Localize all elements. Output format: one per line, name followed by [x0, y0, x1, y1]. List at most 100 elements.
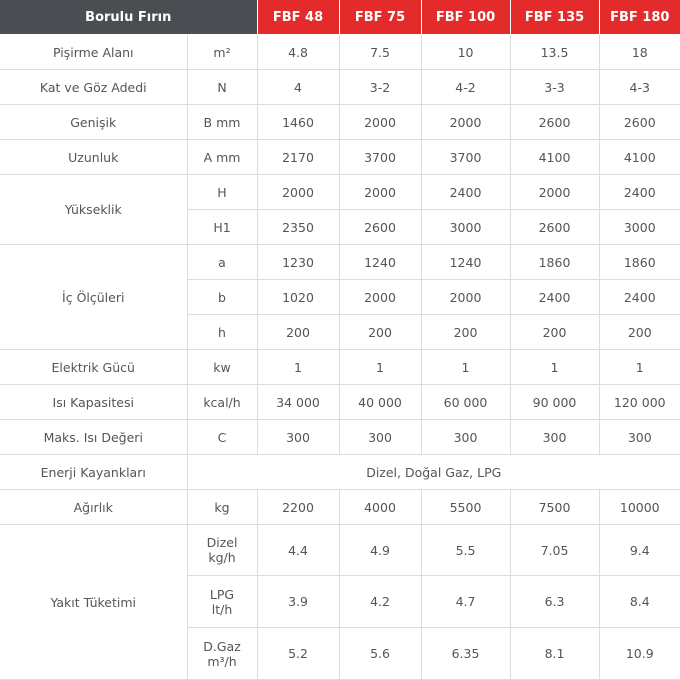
cell-value: 4.4 — [256, 524, 340, 576]
cell-value: 1230 — [256, 244, 340, 280]
cell-value: 300 — [338, 419, 422, 455]
cell-value: 2600 — [509, 209, 600, 245]
row-unit: H — [186, 174, 258, 210]
cell-value: 4000 — [338, 489, 422, 525]
row-kat-goz: Kat ve Göz Adedi N 4 3-2 4-2 3-3 4-3 — [0, 69, 680, 105]
row-label: Elektrik Gücü — [0, 349, 188, 385]
cell-value: 1860 — [509, 244, 600, 280]
cell-value: 2400 — [509, 279, 600, 315]
cell-value: 300 — [256, 419, 340, 455]
cell-value: 2000 — [420, 279, 511, 315]
cell-value: 4.8 — [256, 34, 340, 70]
row-pisirme-alani: Pişirme Alanı m² 4.8 7.5 10 13.5 18 — [0, 34, 680, 70]
cell-value: 1 — [598, 349, 680, 385]
cell-value: 4.9 — [338, 524, 422, 576]
cell-value: 2400 — [598, 279, 680, 315]
energy-sources-value: Dizel, Doğal Gaz, LPG — [186, 454, 680, 490]
cell-value: 9.4 — [598, 524, 680, 576]
cell-value: 300 — [420, 419, 511, 455]
row-ic-olculer-a: İç Ölçüleri a 1230 1240 1240 1860 1860 — [0, 244, 680, 350]
row-label: Kat ve Göz Adedi — [0, 69, 188, 105]
cell-value: 3-3 — [509, 69, 600, 105]
fuel-type: LPG — [209, 586, 235, 602]
row-unit: b — [187, 279, 258, 315]
model-header: FBF 100 — [420, 0, 511, 35]
cell-value: 4100 — [598, 139, 680, 175]
cell-value: 120 000 — [598, 384, 680, 420]
row-genislik: Genişik B mm 1460 2000 2000 2600 2600 — [0, 104, 680, 140]
cell-value: 4.7 — [420, 575, 511, 628]
cell-value: 2600 — [598, 104, 680, 140]
cell-value: 7.5 — [338, 34, 422, 70]
cell-value: 3.9 — [256, 575, 340, 628]
fuel-unit: m³/h — [207, 653, 237, 669]
cell-value: 200 — [420, 314, 511, 350]
cell-value: 200 — [598, 314, 680, 350]
cell-value: 300 — [509, 419, 600, 455]
model-header: FBF 180 — [598, 0, 680, 35]
row-maks-isi: Maks. Isı Değeri C 300 300 300 300 300 — [0, 419, 680, 455]
cell-value: 1 — [420, 349, 511, 385]
cell-value: 5.5 — [420, 524, 511, 576]
row-yakit-dizel: Yakıt Tüketimi Dizel kg/h 4.4 4.9 5.5 7.… — [0, 524, 680, 680]
cell-value: 5500 — [420, 489, 511, 525]
cell-value: 1020 — [256, 279, 340, 315]
product-title: Borulu Fırın — [0, 0, 258, 35]
row-unit: D.Gaz m³/h — [187, 627, 258, 680]
cell-value: 10 — [420, 34, 511, 70]
row-unit: B mm — [186, 104, 258, 140]
cell-value: 4-2 — [420, 69, 511, 105]
cell-value: 2000 — [509, 174, 600, 210]
cell-value: 3000 — [420, 209, 511, 245]
row-unit: a — [186, 244, 258, 280]
row-label: Ağırlık — [0, 489, 188, 525]
row-agirlik: Ağırlık kg 2200 4000 5500 7500 10000 — [0, 489, 680, 525]
row-label: Yükseklik — [0, 174, 188, 245]
fuel-type: D.Gaz — [203, 638, 241, 654]
cell-value: 3700 — [338, 139, 422, 175]
specs-table: Borulu Fırın FBF 48 FBF 75 FBF 100 FBF 1… — [0, 0, 680, 680]
row-label: Uzunluk — [0, 139, 188, 175]
fuel-unit: kg/h — [208, 550, 236, 565]
row-uzunluk: Uzunluk A mm 2170 3700 3700 4100 4100 — [0, 139, 680, 175]
row-label: Isı Kapasitesi — [0, 384, 188, 420]
row-unit: kg — [186, 489, 258, 525]
row-yukseklik-h: Yükseklik H 2000 2000 2400 2000 2400 — [0, 174, 680, 245]
cell-value: 200 — [256, 314, 340, 350]
model-header: FBF 75 — [338, 0, 422, 35]
cell-value: 2000 — [420, 104, 511, 140]
cell-value: 3700 — [420, 139, 511, 175]
cell-value: 2600 — [509, 104, 600, 140]
cell-value: 1860 — [598, 244, 680, 280]
cell-value: 10000 — [598, 489, 680, 525]
cell-value: 1 — [338, 349, 422, 385]
row-isi-kapasitesi: Isı Kapasitesi kcal/h 34 000 40 000 60 0… — [0, 384, 680, 420]
row-unit: N — [186, 69, 258, 105]
cell-value: 2400 — [598, 174, 680, 210]
cell-value: 40 000 — [338, 384, 422, 420]
cell-value: 34 000 — [256, 384, 340, 420]
row-unit: C — [186, 419, 258, 455]
cell-value: 4-3 — [598, 69, 680, 105]
cell-value: 200 — [338, 314, 422, 350]
row-unit: kw — [186, 349, 258, 385]
row-unit: h — [187, 314, 258, 350]
cell-value: 2200 — [256, 489, 340, 525]
cell-value: 3000 — [598, 209, 680, 245]
cell-value: 4 — [256, 69, 340, 105]
cell-value: 1240 — [420, 244, 511, 280]
cell-value: 2600 — [338, 209, 422, 245]
cell-value: 10.9 — [598, 627, 680, 680]
cell-value: 7.05 — [509, 524, 600, 576]
cell-value: 2170 — [256, 139, 340, 175]
cell-value: 5.2 — [256, 627, 340, 680]
cell-value: 90 000 — [509, 384, 600, 420]
row-unit: Dizel kg/h — [186, 524, 258, 576]
row-label: Yakıt Tüketimi — [0, 524, 188, 680]
cell-value: 2000 — [338, 174, 422, 210]
cell-value: 1460 — [256, 104, 340, 140]
cell-value: 4.2 — [338, 575, 422, 628]
cell-value: 300 — [598, 419, 680, 455]
row-unit: LPG lt/h — [187, 575, 258, 628]
cell-value: 2000 — [338, 279, 422, 315]
